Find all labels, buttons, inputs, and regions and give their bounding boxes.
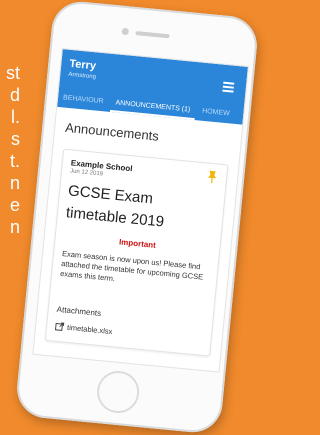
main-content: Announcements Example School Jun 12 2019… [35,107,243,358]
announcement-card[interactable]: Example School Jun 12 2019 GCSE Exam tim… [44,148,229,357]
tab-homework[interactable]: HOMEW [196,102,235,124]
phone-frame: Terry Armstrong BEHAVIOUR ANNOUNCEMENTS … [14,0,260,435]
external-link-icon [55,322,65,331]
background-text-line: e [9,195,20,215]
camera-icon [121,27,130,36]
page-title: Announcements [64,119,160,144]
user-subtitle: Armstrong [68,71,97,81]
background-text-line: st [5,63,20,83]
background-text-line: t. [9,151,20,171]
background-text-line: n [9,217,20,237]
announcement-title: GCSE Exam timetable 2019 [65,182,165,231]
background-text-line: s [11,129,20,149]
background-text-line: n [9,173,20,193]
user-name: Terry [68,57,97,73]
attachment-filename: timetable.xlsx [66,322,113,337]
speaker-grille [135,31,170,39]
home-button[interactable] [95,369,142,415]
background-text: st d l. s t. n e n [0,62,20,238]
background-text-line: l. [11,107,20,127]
hamburger-menu-icon[interactable] [222,81,235,95]
announcement-body: Exam season is now upon us! Please find … [59,249,204,284]
pin-icon[interactable] [206,169,219,184]
app-screen: Terry Armstrong BEHAVIOUR ANNOUNCEMENTS … [32,48,249,373]
background-text-line: d [9,85,20,105]
